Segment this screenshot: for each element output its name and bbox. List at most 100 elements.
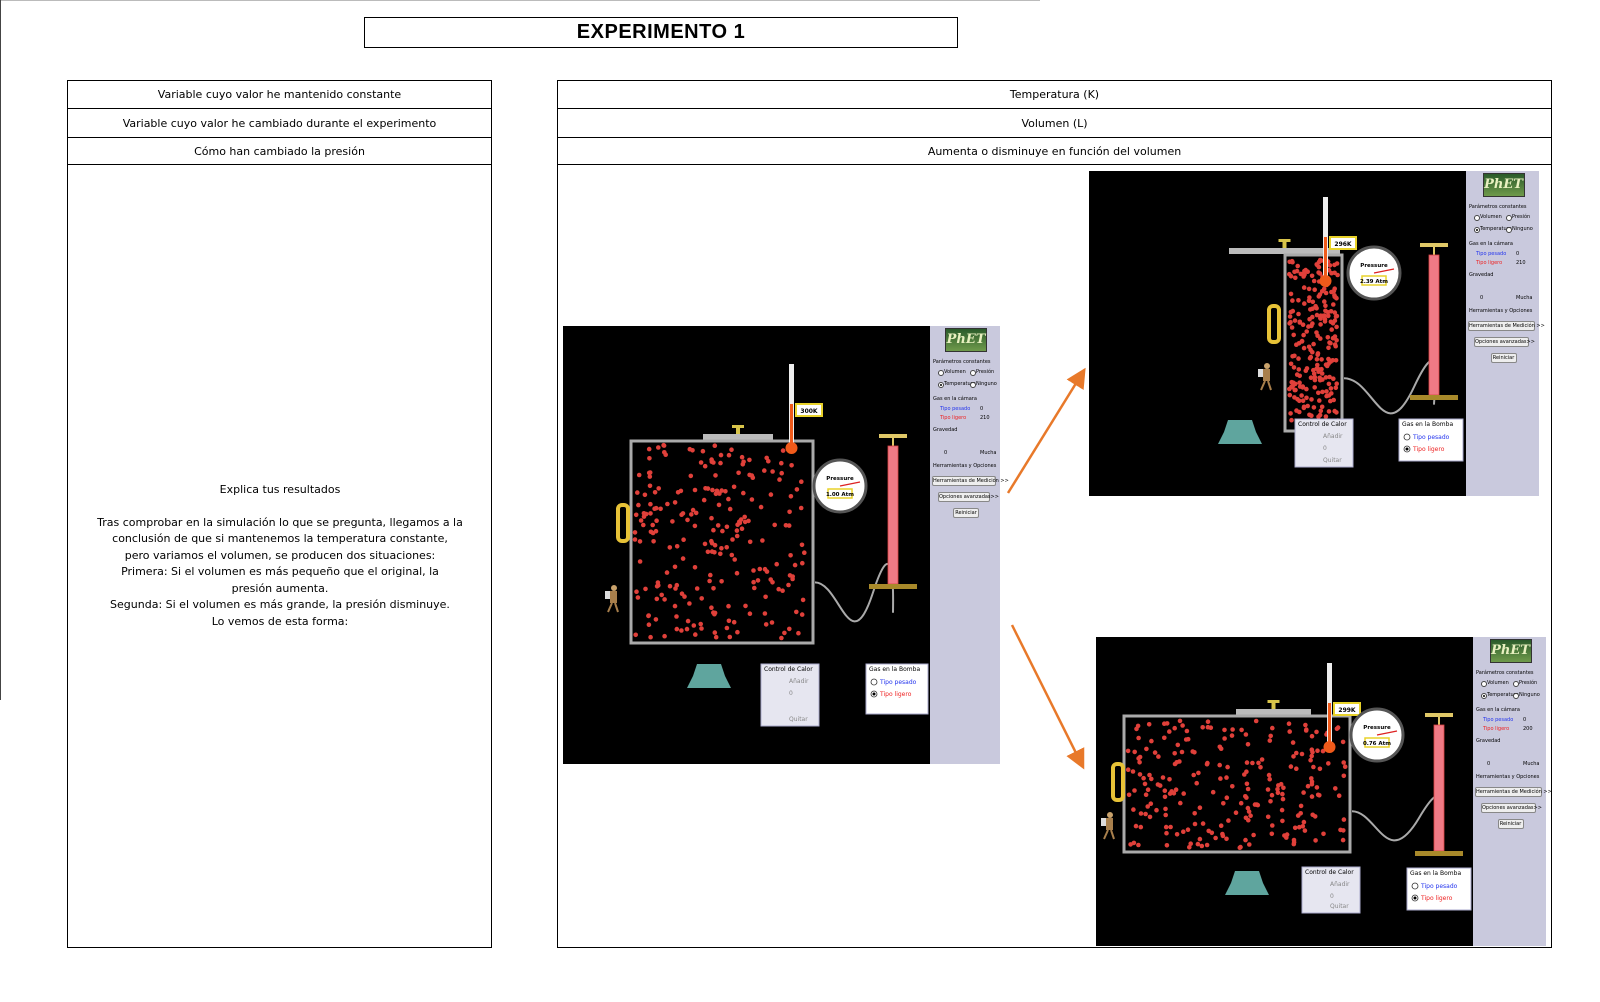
- svg-text:Gas en la Bomba: Gas en la Bomba: [1410, 870, 1461, 877]
- svg-text:Control de Calor: Control de Calor: [1305, 869, 1354, 876]
- simulation-screenshot-larger-volume: 299K Pressure 0.76 Atm Control de Calor Añad…: [1096, 637, 1552, 946]
- gas-chamber-label: Gas en la cámara: [1469, 241, 1513, 247]
- heavy-label: Tipo pesado: [1483, 717, 1514, 723]
- svg-text:Quitar: Quitar: [789, 716, 808, 723]
- tools-label: Herramientas y Opciones: [1476, 774, 1540, 780]
- explanation-line: Segunda: Si el volumen es más grande, la…: [110, 598, 450, 611]
- label-pressure: Presión: [976, 369, 995, 375]
- gravity-much: Mucha: [980, 450, 997, 456]
- svg-text:Quitar: Quitar: [1323, 457, 1342, 464]
- label-volume: Volumen: [1487, 680, 1509, 686]
- gravity-zero: 0: [1487, 761, 1491, 767]
- heavy-count: 0: [980, 406, 984, 412]
- svg-text:Pressure: Pressure: [1360, 263, 1388, 269]
- svg-text:2.39 Atm: 2.39 Atm: [1360, 279, 1388, 285]
- gravity-label: Gravedad: [1476, 738, 1501, 744]
- explanation-line: pero variamos el volumen, se producen do…: [124, 548, 436, 562]
- phet-logo: PhET: [945, 328, 987, 352]
- svg-text:Añadir: Añadir: [1323, 433, 1343, 440]
- tools-label: Herramientas y Opciones: [933, 463, 997, 469]
- advanced-options-button[interactable]: Opciones avanzadas>>: [938, 492, 999, 502]
- reset-button[interactable]: Reiniciar: [953, 508, 979, 518]
- heavy-count: 0: [1516, 251, 1520, 257]
- gravity-zero: 0: [1480, 295, 1484, 301]
- svg-text:Tipo ligero: Tipo ligero: [879, 691, 912, 698]
- row2-value: Volumen (L): [557, 108, 1552, 138]
- measure-tools-button[interactable]: Herramientas de Medición >>: [932, 476, 1009, 486]
- params-title: Parámetros constantes: [933, 359, 991, 365]
- label-pressure: Presión: [1519, 680, 1538, 686]
- arrow-down: [1010, 624, 1085, 770]
- tools-label: Herramientas y Opciones: [1469, 308, 1533, 314]
- heavy-count: 0: [1523, 717, 1527, 723]
- params-title: Parámetros constantes: [1469, 204, 1527, 210]
- svg-text:Control de Calor: Control de Calor: [1298, 421, 1347, 428]
- light-label: Tipo ligero: [1476, 260, 1503, 266]
- explanation-line: Lo vemos de esta forma:: [211, 614, 349, 628]
- row2-label: Variable cuyo valor he cambiado durante …: [67, 108, 492, 138]
- svg-text:0: 0: [1330, 893, 1334, 900]
- svg-text:Tipo pesado: Tipo pesado: [879, 679, 917, 686]
- svg-text:1.00 Atm: 1.00 Atm: [826, 492, 854, 498]
- heavy-label: Tipo pesado: [1476, 251, 1507, 257]
- row3-label: Cómo han cambiado la presión: [67, 137, 492, 165]
- label-none: Ninguno: [1512, 226, 1533, 232]
- svg-text:Tipo ligero: Tipo ligero: [1412, 446, 1445, 453]
- control-panel: PhET Parámetros constantes Volumen Presión T…: [930, 326, 1009, 764]
- row1-label: Variable cuyo valor he mantenido constan…: [67, 80, 492, 109]
- simulation-screenshot-smaller-volume: 296K Pressure 2.39 Atm Control de Calor Añad…: [1089, 171, 1545, 496]
- svg-text:0: 0: [789, 690, 793, 697]
- measure-tools-button[interactable]: Herramientas de Medición >>: [1468, 321, 1545, 331]
- reset-button[interactable]: Reiniciar: [1490, 353, 1517, 363]
- svg-text:Gas en la Bomba: Gas en la Bomba: [869, 666, 920, 673]
- heavy-label: Tipo pesado: [940, 406, 971, 412]
- gas-chamber-label: Gas en la cámara: [1476, 707, 1520, 713]
- explanation-heading: Explica tus resultados: [219, 483, 341, 496]
- label-volume: Volumen: [1480, 214, 1502, 220]
- measure-tools-button[interactable]: Herramientas de Medición >>: [1475, 787, 1552, 797]
- svg-text:Pressure: Pressure: [1363, 725, 1391, 731]
- phet-logo: PhET: [1482, 173, 1525, 197]
- svg-text:0.76 Atm: 0.76 Atm: [1363, 741, 1391, 747]
- svg-text:Tipo pesado: Tipo pesado: [1420, 883, 1458, 890]
- control-panel: PhET Parámetros constantes Volumen Presión T…: [1466, 171, 1545, 496]
- arrows: [1006, 367, 1086, 770]
- light-count: 210: [1516, 260, 1526, 266]
- svg-text:299K: 299K: [1338, 707, 1356, 714]
- svg-text:Tipo pesado: Tipo pesado: [1412, 434, 1450, 441]
- svg-text:0: 0: [1323, 445, 1327, 452]
- light-label: Tipo ligero: [940, 415, 967, 421]
- light-label: Tipo ligero: [1483, 726, 1510, 732]
- gas-chamber-label: Gas en la cámara: [933, 396, 977, 402]
- light-count: 210: [980, 415, 990, 421]
- svg-text:296K: 296K: [1334, 241, 1352, 248]
- explanation-line: presión aumenta.: [231, 581, 329, 595]
- gravity-label: Gravedad: [933, 427, 958, 433]
- document-title: EXPERIMENTO 1: [364, 17, 958, 48]
- light-count: 200: [1523, 726, 1533, 732]
- gravity-zero: 0: [944, 450, 948, 456]
- svg-text:Control de Calor: Control de Calor: [764, 666, 813, 673]
- reset-button[interactable]: Reiniciar: [1497, 819, 1524, 829]
- simulation-screenshot-original: 300K Pressure 1.00 Atm Control de Calor Añad…: [563, 326, 1009, 764]
- svg-text:Añadir: Añadir: [789, 678, 809, 685]
- gravity-much: Mucha: [1523, 761, 1540, 767]
- arrow-up: [1006, 367, 1086, 494]
- svg-text:Quitar: Quitar: [1330, 903, 1349, 910]
- page-left-rule: [0, 0, 1, 700]
- svg-text:Tipo ligero: Tipo ligero: [1420, 895, 1453, 902]
- svg-text:Pressure: Pressure: [826, 476, 854, 482]
- label-none: Ninguno: [1519, 692, 1540, 698]
- row3-value: Aumenta o disminuye en función del volum…: [557, 137, 1552, 165]
- phet-logo: PhET: [1489, 639, 1532, 663]
- page-top-rule: [0, 0, 1040, 1]
- label-none: Ninguno: [976, 381, 997, 387]
- label-pressure: Presión: [1512, 214, 1531, 220]
- advanced-options-button[interactable]: Opciones avanzadas>>: [1481, 803, 1542, 813]
- explanation-line: conclusión de que si mantenemos la tempe…: [112, 532, 448, 545]
- explanation-text: Explica tus resultados Tras comprobar en…: [90, 482, 470, 630]
- advanced-options-button[interactable]: Opciones avanzadas>>: [1474, 337, 1535, 347]
- control-panel: PhET Parámetros constantes Volumen Presión T…: [1473, 637, 1552, 946]
- label-volume: Volumen: [944, 369, 966, 375]
- row1-value: Temperatura (K): [557, 80, 1552, 109]
